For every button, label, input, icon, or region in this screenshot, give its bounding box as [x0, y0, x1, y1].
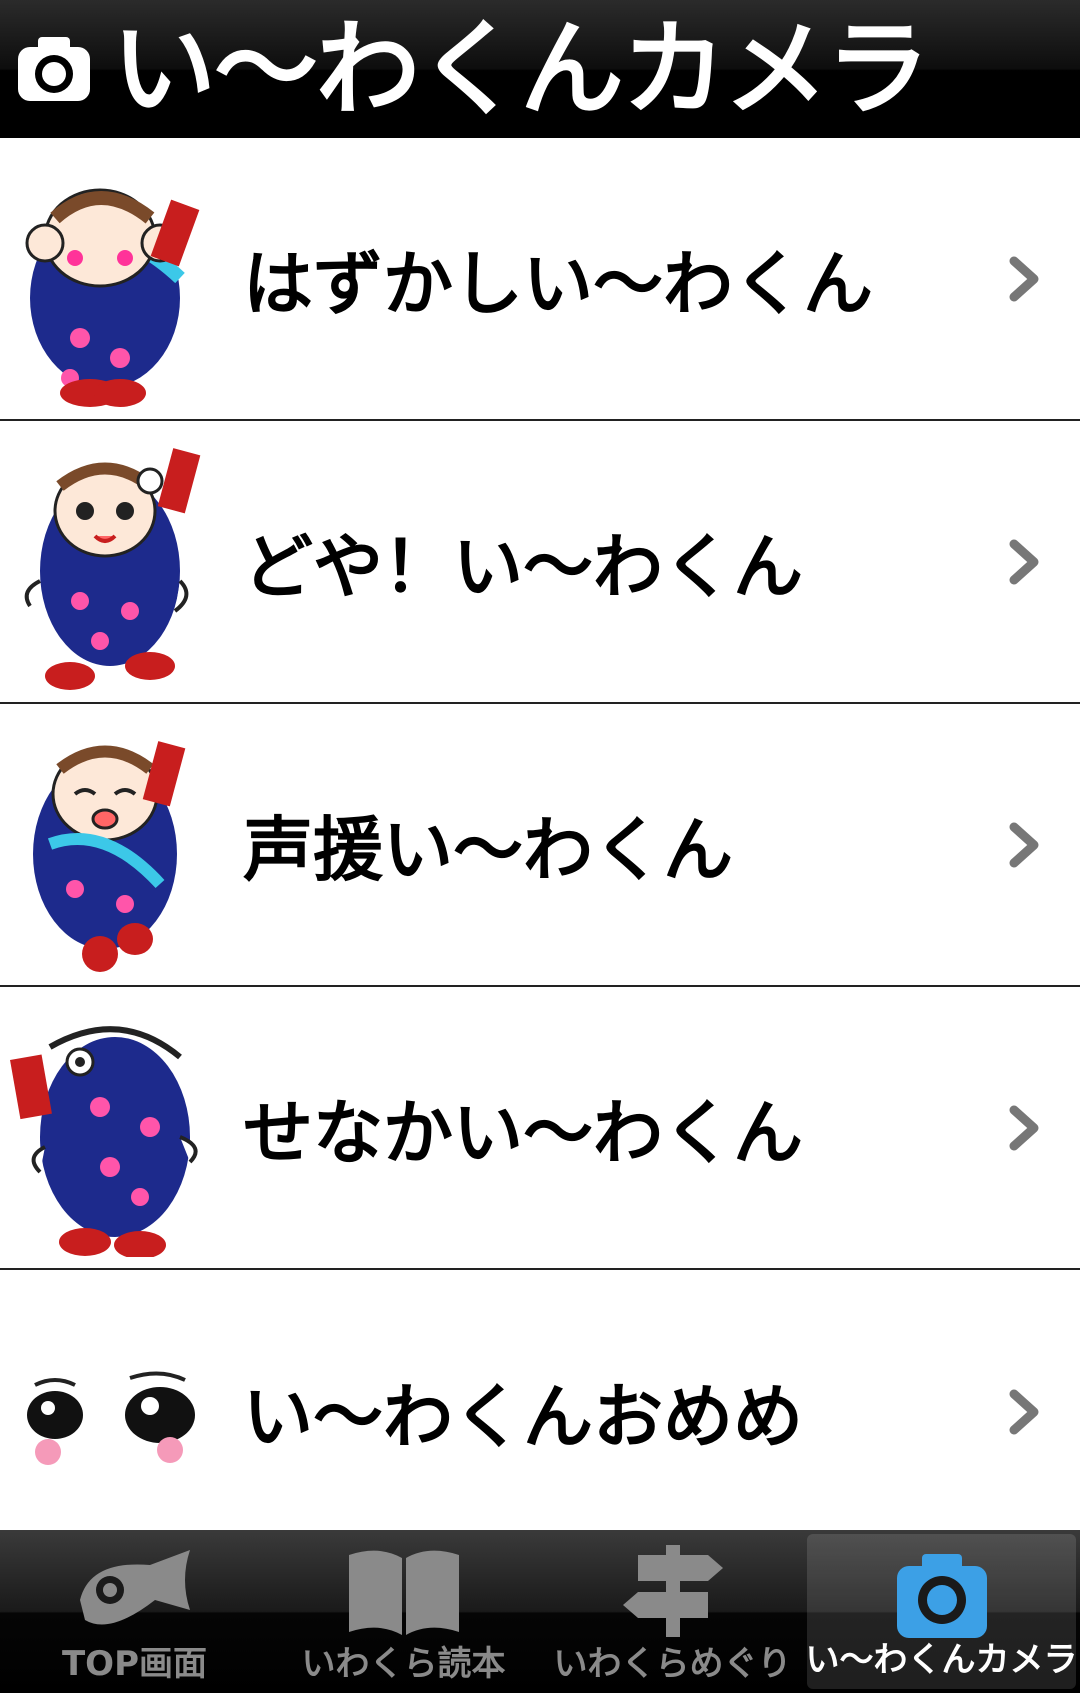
list-item-label: はずかしい〜わくん — [243, 243, 873, 325]
tab-book[interactable]: いわくら読本 — [269, 1530, 538, 1693]
camera-icon — [18, 37, 90, 101]
chevron-right-icon — [1009, 1105, 1039, 1150]
page-title: い〜わくんカメラ — [112, 8, 930, 130]
tab-camera[interactable]: い〜わくんカメラ — [805, 1534, 1078, 1689]
list-item-proud[interactable]: どや！い〜わくん — [0, 421, 1080, 704]
character-shy-icon — [25, 188, 200, 407]
chevron-right-icon — [1009, 256, 1039, 301]
list-item-shy[interactable]: はずかしい〜わくん — [0, 138, 1080, 421]
tab-tour[interactable]: いわくらめぐり — [538, 1530, 807, 1693]
book-icon — [348, 1550, 459, 1635]
chevron-right-icon — [1009, 1389, 1039, 1434]
list-item-label: どや！い〜わくん — [243, 526, 803, 608]
tab-label: いわくら読本 — [301, 1644, 506, 1684]
character-list: はずかしい〜わくん どや！い〜わくん 声援い〜わくん せなかい〜わくん い〜わく… — [0, 138, 1080, 1553]
chevron-right-icon — [1009, 822, 1039, 867]
character-cheer-icon — [33, 741, 186, 972]
camera-icon — [896, 1554, 987, 1638]
list-item-label: せなかい〜わくん — [243, 1092, 803, 1174]
list-item-eyes[interactable]: い〜わくんおめめ — [0, 1270, 1080, 1553]
header-bar: い〜わくんカメラ — [0, 0, 1080, 138]
chevron-right-icon — [1009, 539, 1039, 584]
fish-icon — [79, 1550, 190, 1625]
tab-label: TOP画面 — [61, 1644, 207, 1684]
signpost-icon — [622, 1545, 723, 1637]
character-proud-icon — [24, 448, 201, 690]
tab-label: いわくらめぐり — [553, 1644, 792, 1684]
list-item-back[interactable]: せなかい〜わくん — [0, 987, 1080, 1270]
tab-top[interactable]: TOP画面 — [0, 1530, 269, 1693]
list-item-cheer[interactable]: 声援い〜わくん — [0, 704, 1080, 987]
character-eyes-icon — [27, 1371, 195, 1465]
tab-bar: TOP画面 いわくら読本 いわくらめぐり い〜わくんカメラ — [0, 1530, 1080, 1693]
list-item-label: 声援い〜わくん — [243, 809, 733, 891]
tab-label: い〜わくんカメラ — [805, 1640, 1078, 1680]
character-back-icon — [10, 1026, 198, 1257]
list-item-label: い〜わくんおめめ — [243, 1376, 803, 1458]
